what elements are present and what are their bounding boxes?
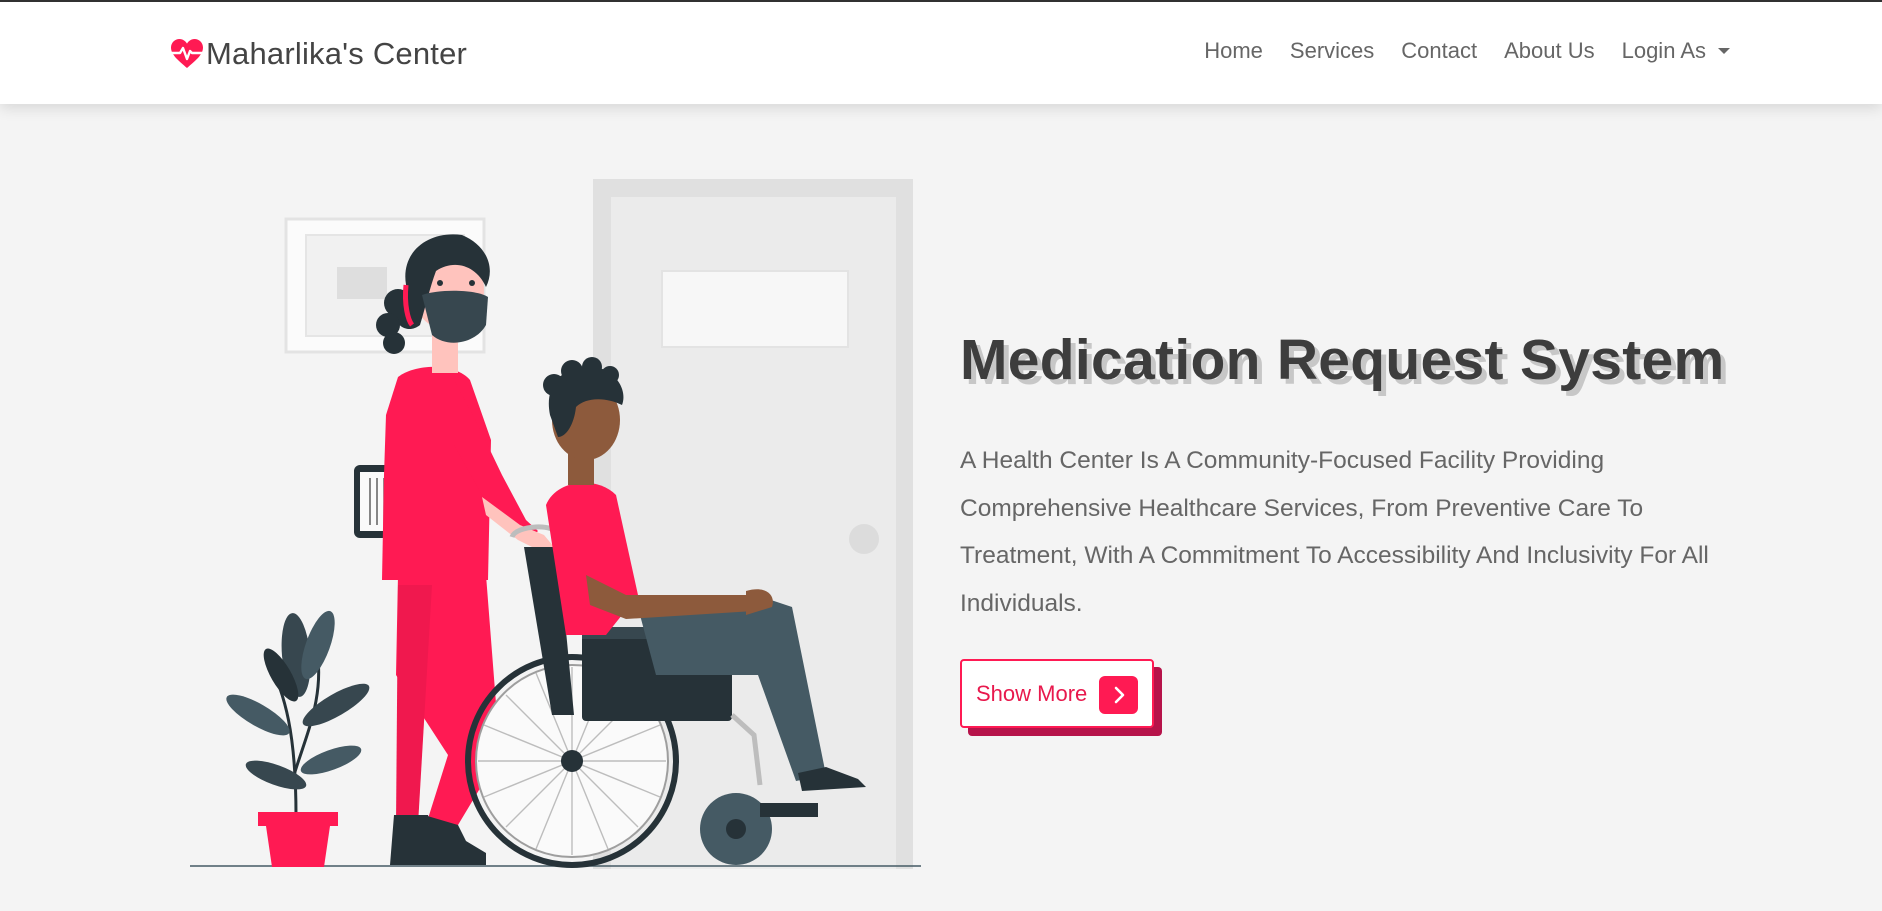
nav-item-services: Services	[1290, 38, 1374, 64]
nav-item-home: Home	[1204, 38, 1263, 64]
brand-name: Maharlika's Center	[206, 36, 468, 71]
navbar: Maharlika's Center Home Services Contact…	[0, 2, 1882, 104]
potted-plant	[226, 610, 370, 867]
hero-title: Medication Request System	[960, 328, 1725, 392]
nav-menu: Home Services Contact About Us Login As	[1204, 38, 1730, 64]
caret-down-icon	[1718, 48, 1730, 54]
hero-content: Medication Request System A Health Cente…	[960, 325, 1725, 627]
login-as-dropdown[interactable]: Login As	[1622, 38, 1730, 64]
show-more-container: Show More	[960, 659, 1162, 736]
nav-link-services[interactable]: Services	[1290, 38, 1374, 64]
nav-item-about: About Us	[1504, 38, 1595, 64]
chevron-right-icon	[1099, 676, 1138, 714]
nav-link-home[interactable]: Home	[1204, 38, 1263, 64]
login-as-label: Login As	[1621, 38, 1706, 63]
nurse-wheelchair-illustration	[190, 179, 921, 869]
show-more-button[interactable]: Show More	[960, 659, 1154, 728]
nav-item-login: Login As	[1622, 38, 1730, 64]
heart-pulse-icon	[170, 39, 204, 68]
show-more-label: Show More	[976, 680, 1088, 706]
hero-description: A Health Center Is A Community-Focused F…	[960, 447, 1709, 617]
nav-item-contact: Contact	[1401, 38, 1477, 64]
nav-link-about-us[interactable]: About Us	[1504, 38, 1595, 64]
brand-link[interactable]: Maharlika's Center	[170, 32, 467, 76]
nav-link-contact[interactable]: Contact	[1401, 38, 1477, 64]
